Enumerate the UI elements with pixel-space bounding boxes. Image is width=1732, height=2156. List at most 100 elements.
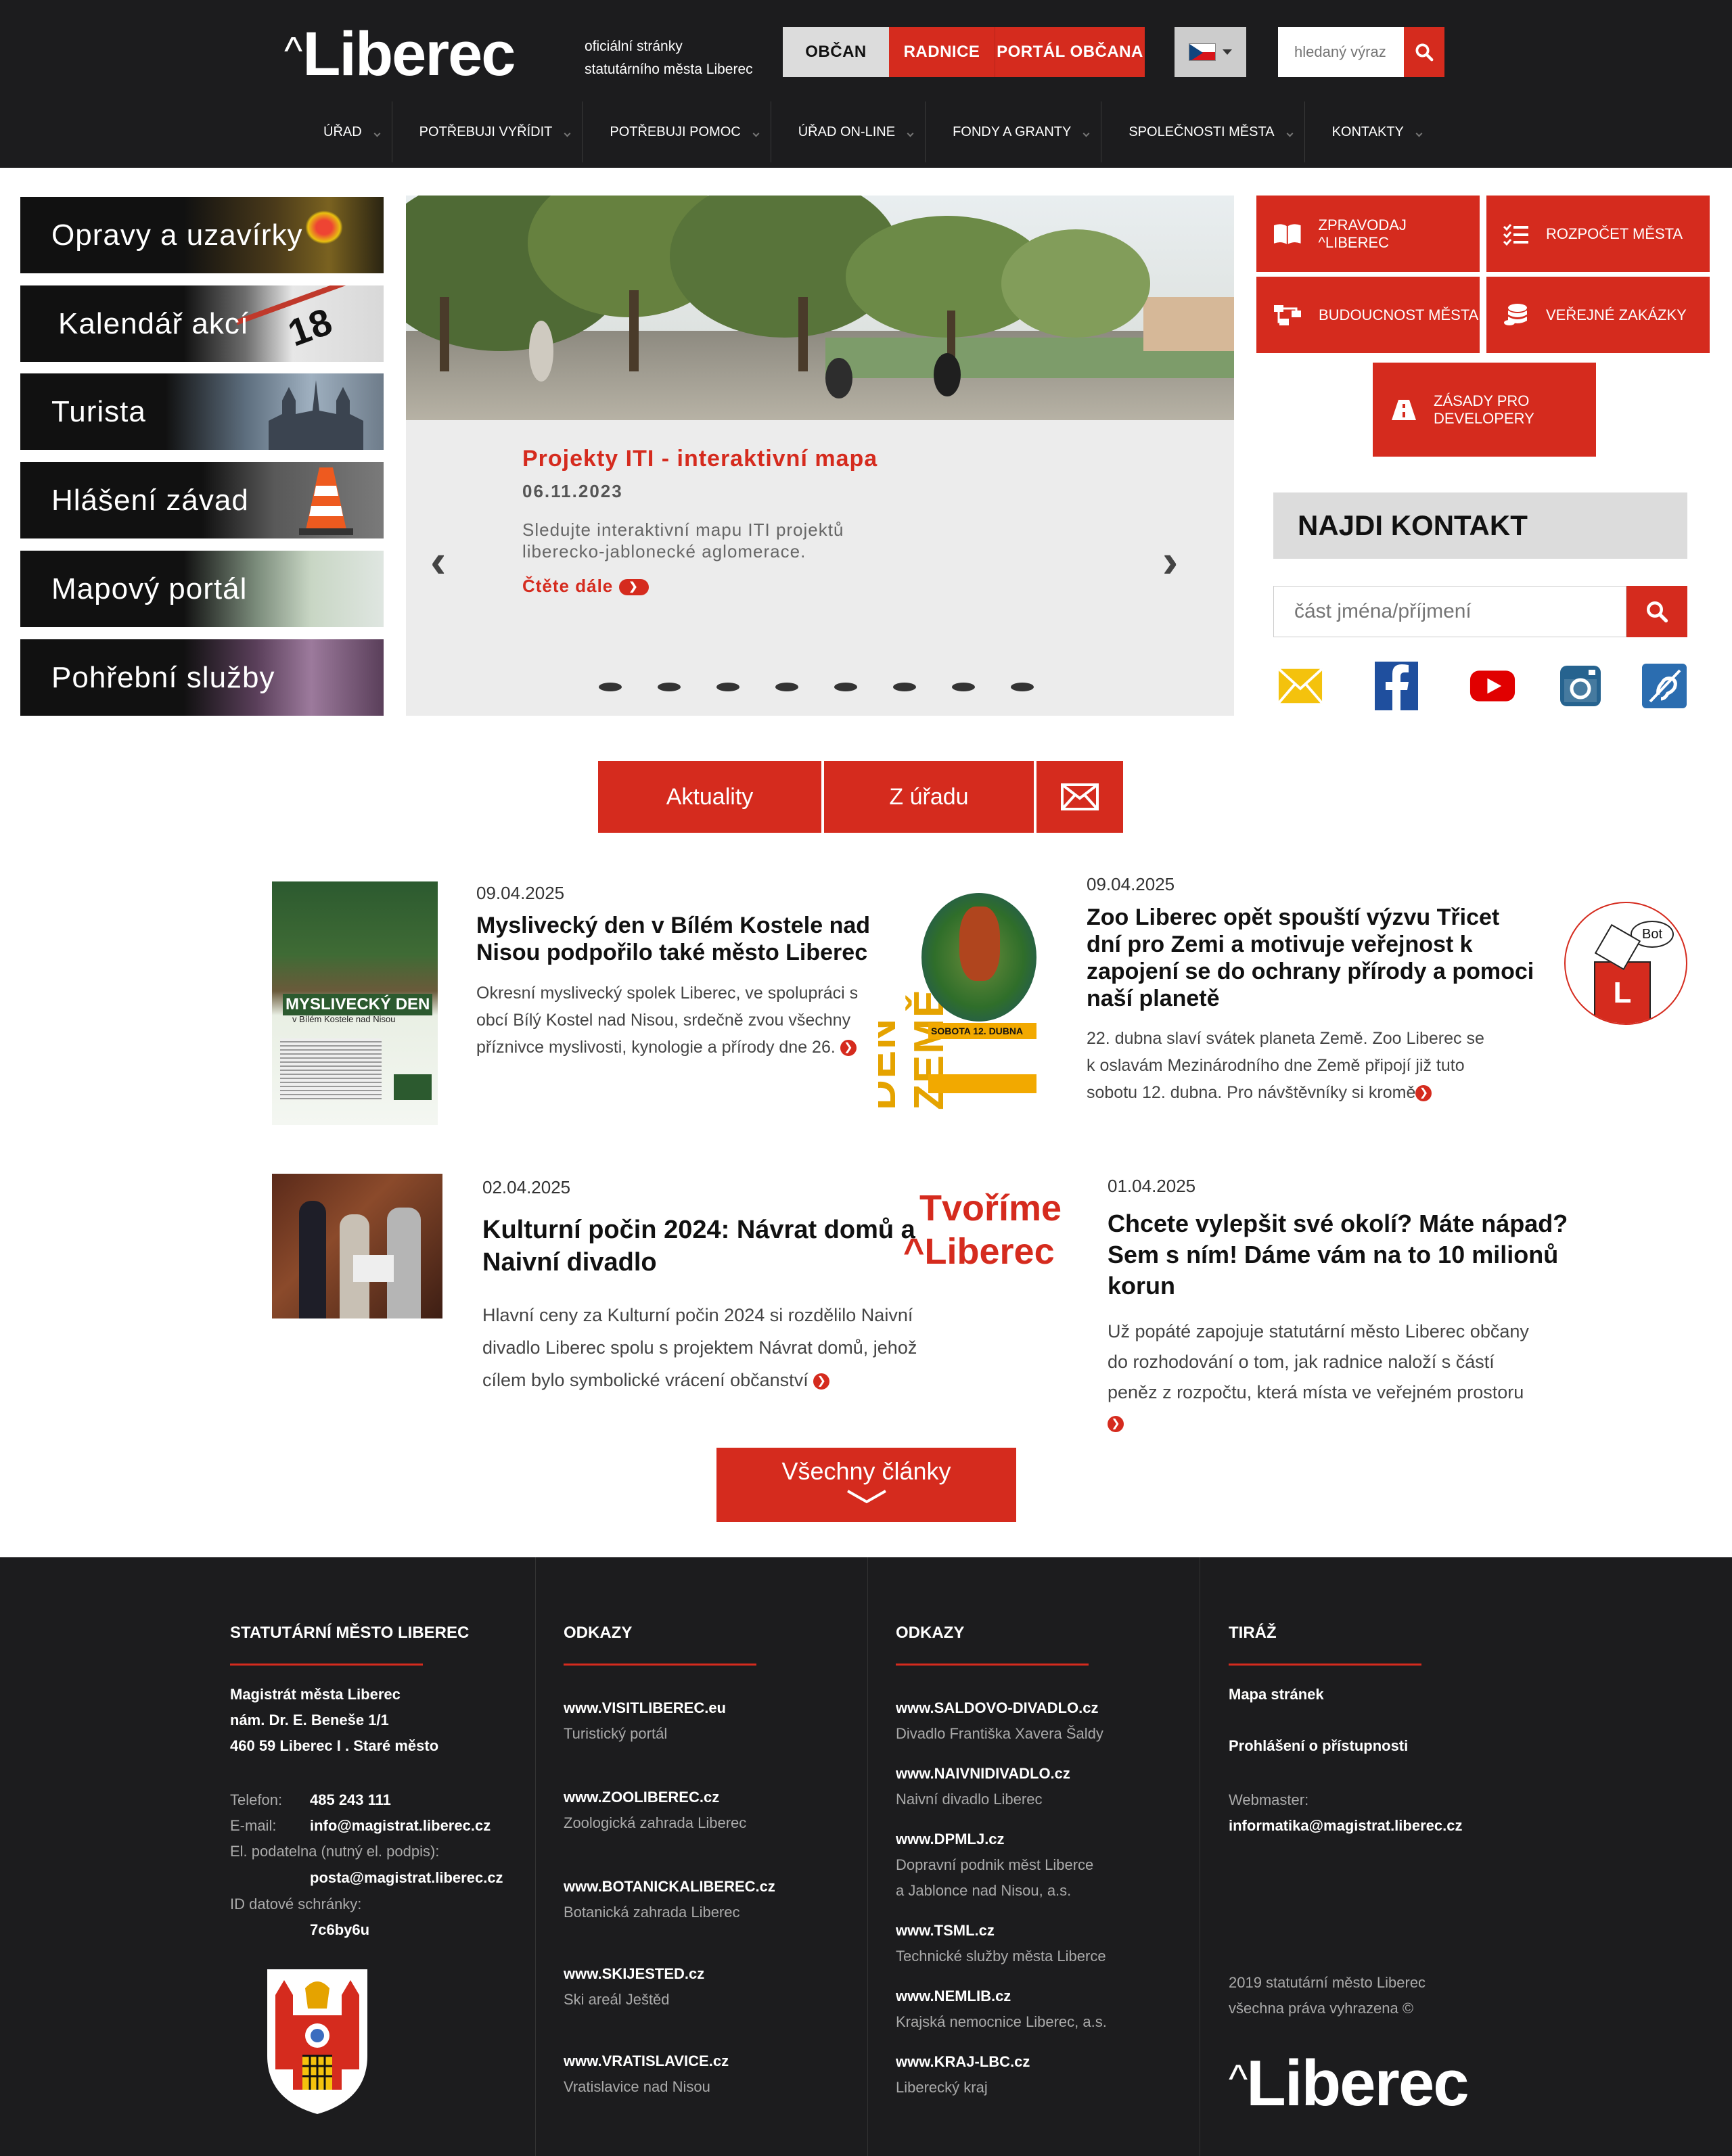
slider-dot[interactable] [834, 683, 857, 691]
checklist-icon [1503, 223, 1528, 246]
footer-link[interactable]: www.ZOOLIBEREC.cz [564, 1785, 719, 1810]
nav-potrebuji-pomoc[interactable]: POTŘEBUJI POMOC [583, 101, 771, 162]
article-image-kulturni-pocin[interactable] [272, 1174, 442, 1318]
youtube-icon[interactable] [1469, 663, 1516, 709]
footer-phone[interactable]: 485 243 111 [310, 1787, 391, 1813]
slider-dot[interactable] [1011, 683, 1034, 691]
slide-title[interactable]: Projekty ITI - interaktivní mapa [522, 446, 878, 472]
all-articles-button[interactable]: Všechny články [716, 1448, 1016, 1522]
read-more-icon[interactable]: ❯ [813, 1373, 830, 1390]
site-logo[interactable]: ^Liberec [284, 20, 516, 88]
rozpocet-button[interactable]: ROZPOČET MĚSTA [1486, 196, 1710, 272]
contact-search-input[interactable] [1273, 586, 1626, 637]
tab-obcan[interactable]: OBČAN [783, 27, 889, 77]
site-header: ^Liberec oficiální stránky statutárního … [0, 0, 1732, 168]
coins-icon [1504, 303, 1527, 325]
calendar-icon: 18 [235, 285, 383, 362]
footer-link[interactable]: www.VRATISLAVICE.cz [564, 2048, 729, 2074]
read-more-icon[interactable]: ❯ [1108, 1415, 1124, 1432]
tab-portal-obcana[interactable]: PORTÁL OBČANA [995, 27, 1145, 77]
chevron-down-icon [1223, 49, 1232, 55]
article-title[interactable]: Zoo Liberec opět spouští výzvu Třicet dn… [1087, 904, 1534, 1012]
footer-logo[interactable]: ^Liberec [1229, 2050, 1469, 2117]
hearing-impaired-icon[interactable] [1641, 663, 1687, 709]
footer-link[interactable]: www.SKIJESTED.cz [564, 1961, 704, 1987]
read-more-icon[interactable]: ❯ [840, 1040, 857, 1057]
nav-fondy-granty[interactable]: FONDY A GRANTY [926, 101, 1102, 162]
slider-dot[interactable] [599, 683, 622, 691]
read-more-icon[interactable]: ❯ [1415, 1085, 1432, 1102]
tile-kalendar[interactable]: Kalendář akcí 18 [20, 285, 384, 362]
article-date: 09.04.2025 [476, 883, 565, 903]
article-title[interactable]: Chcete vylepšit své okolí? Máte nápad? S… [1108, 1208, 1568, 1302]
nav-potrebuji-vyridit[interactable]: POTŘEBUJI VYŘÍDIT [392, 101, 583, 162]
search-button[interactable] [1404, 27, 1444, 77]
chevron-down-icon [846, 1490, 886, 1504]
newsletter-button[interactable] [1036, 761, 1123, 833]
footer-link[interactable]: www.SALDOVO-DIVADLO.cz [896, 1695, 1098, 1721]
slide-date: 06.11.2023 [522, 481, 623, 501]
footer-podatelna[interactable]: posta@magistrat.liberec.cz [310, 1865, 503, 1891]
article-date: 09.04.2025 [1087, 874, 1175, 894]
accessibility-link[interactable]: Prohlášení o přístupnosti [1229, 1733, 1408, 1759]
article-title[interactable]: Myslivecký den v Bílém Kostele nad Nisou… [476, 912, 870, 966]
nav-urad[interactable]: ÚŘAD [291, 101, 392, 162]
slider-dot[interactable] [893, 683, 916, 691]
tile-pohrebni-sluzby[interactable]: Pohřební služby [20, 639, 384, 716]
sitemap-link[interactable]: Mapa stránek [1229, 1682, 1324, 1707]
tile-mapovy-portal[interactable]: Mapový portál [20, 551, 384, 627]
footer-heading: ODKAZY [564, 1624, 633, 1642]
nav-urad-online[interactable]: ÚŘAD ON-LINE [771, 101, 926, 162]
contact-search-button[interactable] [1626, 586, 1687, 637]
nav-kontakty[interactable]: KONTAKTY [1305, 101, 1434, 162]
slide-text: Sledujte interaktivní mapu ITI projektů … [522, 520, 844, 561]
zpravodaj-button[interactable]: ZPRAVODAJ ^LIBEREC [1256, 196, 1480, 272]
footer-link[interactable]: www.KRAJ-LBC.cz [896, 2049, 1030, 2075]
slider-dot[interactable] [952, 683, 975, 691]
chatbot-button[interactable]: Bot L [1564, 902, 1687, 1025]
contact-heading: NAJDI KONTAKT [1298, 509, 1528, 541]
footer-link[interactable]: www.DPMLJ.cz [896, 1827, 1005, 1852]
instagram-icon[interactable] [1557, 663, 1603, 709]
footer-link[interactable]: www.VISITLIBEREC.eu [564, 1695, 726, 1721]
main-nav: ÚŘAD POTŘEBUJI VYŘÍDIT POTŘEBUJI POMOC Ú… [291, 101, 1434, 162]
tile-image [305, 210, 343, 244]
tab-radnice[interactable]: RADNICE [889, 27, 995, 77]
news-slider: Projekty ITI - interaktivní mapa 06.11.2… [406, 196, 1234, 716]
zasady-developery-button[interactable]: ZÁSADY PRO DEVELOPERY [1373, 363, 1596, 457]
footer-link[interactable]: www.NAIVNIDIVADLO.cz [896, 1761, 1070, 1787]
footer-link[interactable]: www.NEMLIB.cz [896, 1983, 1011, 2009]
slider-prev-button[interactable]: ‹ [430, 534, 446, 588]
search-input[interactable] [1278, 27, 1404, 77]
tile-turista[interactable]: Turista [20, 373, 384, 450]
email-icon[interactable] [1277, 663, 1323, 709]
footer-link[interactable]: www.TSML.cz [896, 1918, 995, 1944]
footer-email[interactable]: info@magistrat.liberec.cz [310, 1813, 491, 1839]
budoucnost-button[interactable]: BUDOUCNOST MĚSTA [1256, 277, 1480, 353]
nav-spolecnosti-mesta[interactable]: SPOLEČNOSTI MĚSTA [1101, 101, 1305, 162]
slide-image[interactable] [406, 196, 1234, 420]
slider-dot[interactable] [775, 683, 798, 691]
tile-hlaseni-zavad[interactable]: Hlášení závad [20, 462, 384, 538]
webmaster-email[interactable]: informatika@magistrat.liberec.cz [1229, 1813, 1462, 1839]
article-image-myslivecky-den[interactable]: MYSLIVECKÝ DEN v Bílém Kostele nad Nisou [272, 881, 438, 1125]
verejne-zakazky-button[interactable]: VEŘEJNÉ ZAKÁZKY [1486, 277, 1710, 353]
article-image-den-zeme[interactable]: DEN ZEMĚ SOBOTA 12. DUBNA [878, 879, 1041, 1115]
language-selector[interactable] [1175, 27, 1246, 77]
footer-heading: STATUTÁRNÍ MĚSTO LIBEREC [230, 1624, 470, 1642]
footer-link[interactable]: www.BOTANICKALIBEREC.cz [564, 1874, 775, 1900]
facebook-icon[interactable] [1373, 662, 1419, 710]
slider-next-button[interactable]: › [1162, 534, 1178, 588]
tile-opravy[interactable]: Opravy a uzavírky [20, 197, 384, 273]
article-title[interactable]: Kulturní počin 2024: Návrat domů a Naivn… [482, 1214, 915, 1279]
tab-z-uradu[interactable]: Z úřadu [824, 761, 1034, 833]
chevron-down-icon [1415, 130, 1423, 137]
search-icon [1415, 43, 1434, 62]
search-icon [1647, 601, 1668, 623]
slider-dot[interactable] [658, 683, 681, 691]
article-image-tvorime-liberec[interactable]: Tvoříme ^Liberec [903, 1187, 1066, 1282]
slider-dot[interactable] [716, 683, 739, 691]
slide-read-more[interactable]: Čtěte dále ❯ [522, 576, 649, 597]
tab-aktuality[interactable]: Aktuality [598, 761, 821, 833]
arrow-right-icon: ❯ [618, 579, 649, 596]
